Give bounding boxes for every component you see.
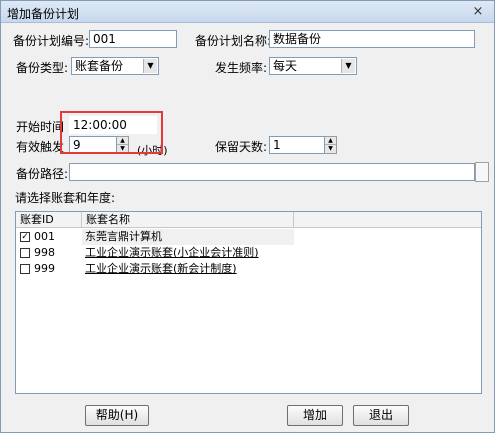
frequency-select[interactable]: 每天 ▼ [269,57,357,75]
arrow-down-icon[interactable]: ▼ [117,145,128,153]
row-name: 工业企业演示账套(小企业会计准则) [85,246,259,259]
dialog-window: 增加备份计划 × 备份计划编号: 001 备份计划名称: 数据备份 备份类型: … [0,0,495,433]
plan-name-input[interactable]: 数据备份 [269,30,475,48]
backup-type-select[interactable]: 账套备份 ▼ [71,57,159,75]
browse-button[interactable] [475,162,489,182]
frequency-value: 每天 [273,59,298,73]
path-input[interactable] [69,163,475,181]
row-checkbox[interactable] [20,264,30,274]
select-account-label: 请选择账套和年度: [15,191,116,205]
chevron-down-icon[interactable]: ▼ [143,59,157,73]
start-time-input[interactable]: 12:00:00 [69,116,157,134]
valid-trigger-input[interactable]: 9 [69,136,117,154]
valid-trigger-label: 有效触发 [16,140,65,154]
valid-trigger-unit: (小时) [137,144,168,157]
arrow-up-icon[interactable]: ▲ [325,137,336,145]
retain-days-spinner[interactable]: ▲ ▼ [325,136,337,154]
plan-no-label: 备份计划编号: [13,34,90,48]
row-name: 东莞言鼎计算机 [82,229,294,245]
backup-type-value: 账套备份 [75,59,124,73]
path-label: 备份路径: [16,167,69,181]
arrow-down-icon[interactable]: ▼ [325,145,336,153]
window-title: 增加备份计划 [7,7,80,21]
list-item[interactable]: 998 工业企业演示账套(小企业会计准则) [16,245,481,261]
backup-type-label: 备份类型: [16,61,69,75]
row-checkbox[interactable] [20,248,30,258]
retain-days-label: 保留天数: [215,140,268,154]
plan-name-label: 备份计划名称: [195,34,272,48]
plan-no-input[interactable]: 001 [89,30,177,48]
close-button[interactable]: × [470,4,486,19]
column-header-name[interactable]: 账套名称 [82,212,294,228]
frequency-label: 发生频率: [215,61,268,75]
column-header-id[interactable]: 账套ID [16,212,82,228]
row-checkbox[interactable]: ✓ [20,232,30,242]
arrow-up-icon[interactable]: ▲ [117,137,128,145]
row-name: 工业企业演示账套(新会计制度) [85,262,237,275]
row-id: 001 [34,230,55,243]
account-list[interactable]: 账套ID 账套名称 ✓ 001 东莞言鼎计算机 998 工业企业演示账套(小企业… [15,211,482,394]
row-id: 999 [34,262,55,275]
retain-days-input[interactable]: 1 [269,136,325,154]
list-item[interactable]: 999 工业企业演示账套(新会计制度) [16,261,481,277]
valid-trigger-spinner[interactable]: ▲ ▼ [117,136,129,154]
chevron-down-icon[interactable]: ▼ [341,59,355,73]
list-item[interactable]: ✓ 001 东莞言鼎计算机 [16,229,481,245]
list-header: 账套ID 账套名称 [16,212,481,228]
help-button[interactable]: 帮助(H) [85,405,149,426]
title-bar: 增加备份计划 × [1,1,494,23]
row-id: 998 [34,246,55,259]
add-button[interactable]: 增加 [287,405,343,426]
exit-button[interactable]: 退出 [353,405,409,426]
start-time-label: 开始时间 [16,120,65,134]
